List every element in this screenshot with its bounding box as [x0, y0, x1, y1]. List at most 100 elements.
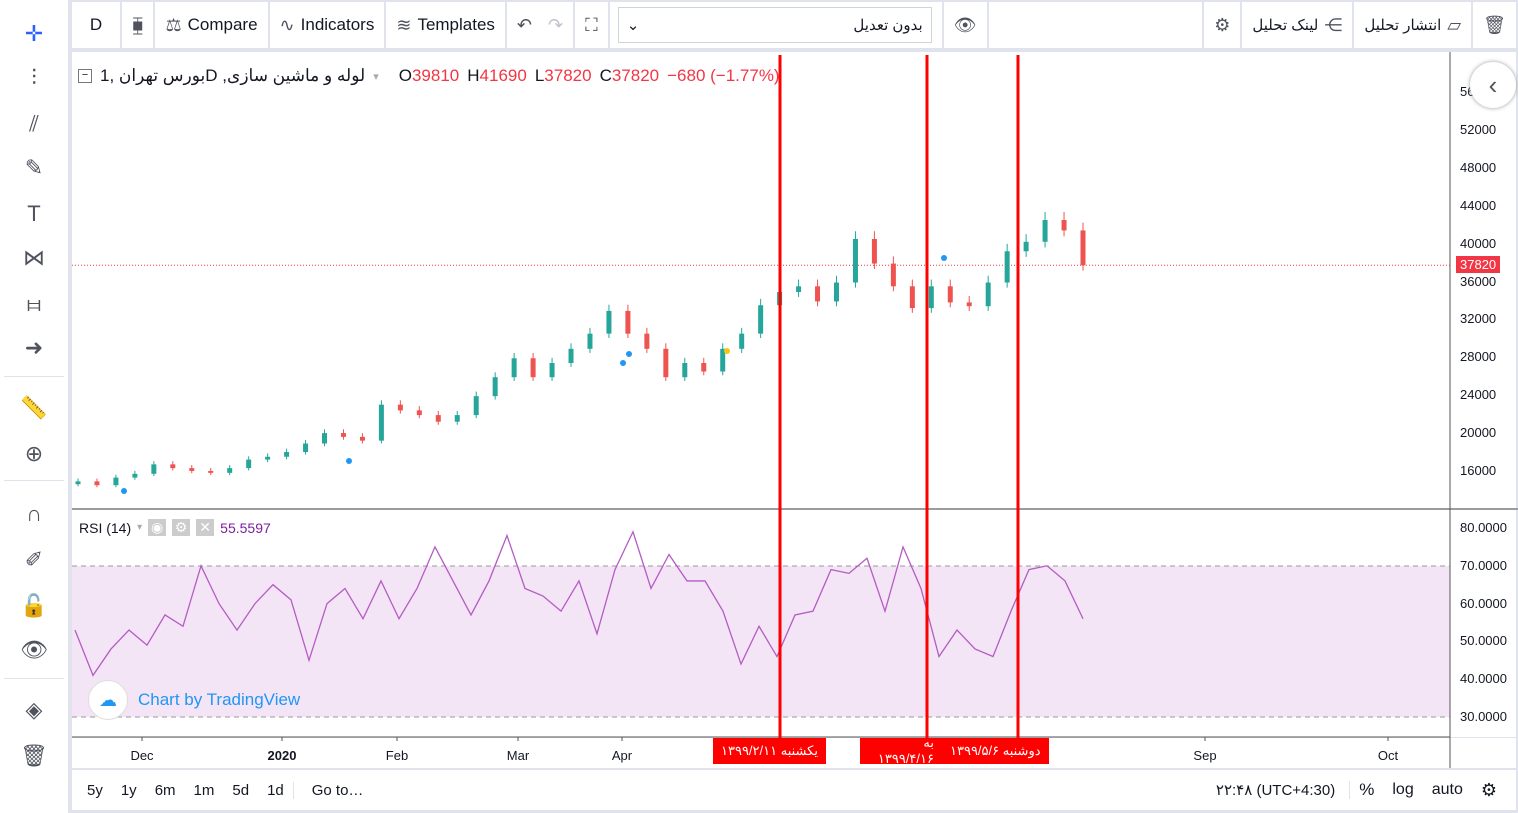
event-marker: [626, 351, 632, 357]
range-5y[interactable]: 5y: [78, 782, 112, 799]
candle-body: [454, 415, 460, 422]
range-1y[interactable]: 1y: [112, 782, 146, 799]
visibility-icon[interactable]: ◉: [148, 519, 167, 536]
candle-body: [1080, 230, 1086, 266]
close-value: 37820: [611, 66, 660, 85]
low-label: L: [534, 66, 545, 85]
event-marker: [346, 458, 352, 464]
candle-body: [625, 310, 631, 334]
candle-body: [340, 433, 346, 437]
candle-body: [511, 358, 517, 378]
candle-body: [378, 404, 384, 441]
tradingview-logo-icon: ☁: [88, 680, 128, 720]
bottom-toolbar: 5y 1y 6m 1m 5d 1d Go to… ۲۲:۴۸ (UTC+4:30…: [72, 770, 1516, 810]
rsi-name[interactable]: RSI (14): [79, 520, 131, 536]
candle-body: [416, 410, 422, 416]
candle-body: [833, 282, 839, 302]
candle-body: [549, 363, 555, 378]
auto-toggle[interactable]: auto: [1423, 781, 1472, 799]
candle-body: [94, 481, 100, 486]
candle-body: [227, 468, 233, 473]
candle-body: [758, 305, 764, 334]
candle-body: [113, 477, 119, 486]
candle-body: [246, 459, 252, 469]
candle-body: [132, 473, 138, 478]
candle-body: [1042, 220, 1048, 242]
time-tick-label: Mar: [507, 748, 530, 763]
candle-body: [663, 348, 669, 378]
candle-body: [1004, 251, 1010, 283]
event-marker: [620, 360, 626, 366]
event-marker: [941, 255, 947, 261]
caret-down-icon: ▾: [137, 522, 143, 533]
candle-body: [359, 436, 365, 441]
range-1d[interactable]: 1d: [258, 782, 293, 799]
caret-down-icon: ▾: [373, 70, 379, 83]
range-5d[interactable]: 5d: [223, 782, 258, 799]
candle-body: [682, 363, 688, 378]
settings-icon[interactable]: ⚙: [1472, 780, 1506, 801]
candle-body: [1061, 220, 1067, 231]
candle-body: [606, 310, 612, 334]
event-marker: [121, 488, 127, 494]
time-tick-label: Dec: [130, 748, 154, 763]
range-1m[interactable]: 1m: [185, 782, 224, 799]
goto-button[interactable]: Go to…: [292, 781, 373, 799]
candle-body: [587, 333, 593, 349]
log-toggle[interactable]: log: [1383, 781, 1422, 799]
candle-body: [284, 452, 290, 457]
open-value: 39810: [411, 66, 460, 85]
event-marker: [724, 348, 730, 354]
change-value: −680 (−1.77%): [667, 66, 780, 85]
collapse-icon[interactable]: −: [78, 69, 92, 83]
candle-body: [852, 238, 858, 283]
candle-body: [189, 468, 195, 471]
time-tick-label: 2020: [268, 748, 297, 763]
candle-body: [170, 464, 176, 469]
candle-body: [473, 396, 479, 416]
candle-body: [435, 415, 441, 422]
candle-body: [815, 286, 821, 302]
candle-body: [871, 238, 877, 264]
candle-body: [530, 358, 536, 378]
settings-icon[interactable]: ⚙: [172, 519, 191, 536]
time-tick-label: Oct: [1378, 748, 1399, 763]
rsi-legend: RSI (14) ▾ ◉ ⚙ ✕ 55.5597: [79, 519, 271, 536]
candle-body: [644, 333, 650, 349]
collapse-panel-button[interactable]: ‹: [1470, 62, 1516, 108]
candle-body: [909, 286, 915, 309]
candle-body: [928, 286, 934, 309]
candle-body: [492, 377, 498, 397]
candle-body: [1023, 241, 1029, 252]
candle-body: [75, 481, 81, 485]
candle-body: [966, 302, 972, 307]
candle-body: [397, 404, 403, 411]
vline-date-label-1: یکشنبه ۱۳۹۹/۲/۱۱: [713, 738, 826, 764]
candle-body: [947, 286, 953, 303]
time-tick-label: Apr: [612, 748, 633, 763]
range-6m[interactable]: 6m: [146, 782, 185, 799]
candle-body: [322, 433, 328, 444]
close-icon[interactable]: ✕: [196, 519, 215, 536]
candle-body: [890, 263, 896, 287]
time-tick-label: Feb: [386, 748, 408, 763]
clock-timezone[interactable]: ۲۲:۴۸ (UTC+4:30): [1207, 781, 1351, 799]
main-legend: − بورس تهران ,1D ,لوله و ماشین سازی ▾ O39…: [78, 66, 780, 86]
time-tick-label: Sep: [1193, 748, 1216, 763]
candle-body: [796, 286, 802, 292]
candle-body: [739, 333, 745, 349]
open-label: O: [398, 66, 412, 85]
candle-body: [985, 282, 991, 307]
candle-body: [265, 456, 271, 460]
chevron-left-icon: ‹: [1488, 69, 1498, 100]
candle-body: [303, 443, 309, 453]
percent-toggle[interactable]: %: [1350, 780, 1383, 800]
symbol-title[interactable]: بورس تهران ,1D ,لوله و ماشین سازی: [100, 66, 365, 86]
close-label: C: [599, 66, 612, 85]
high-value: 41690: [479, 66, 527, 85]
candle-body: [151, 464, 157, 474]
tradingview-watermark[interactable]: ☁ Chart by TradingView: [88, 680, 300, 720]
candle-body: [208, 470, 214, 473]
candle-body: [568, 348, 574, 364]
watermark-text: Chart by TradingView: [138, 690, 301, 709]
